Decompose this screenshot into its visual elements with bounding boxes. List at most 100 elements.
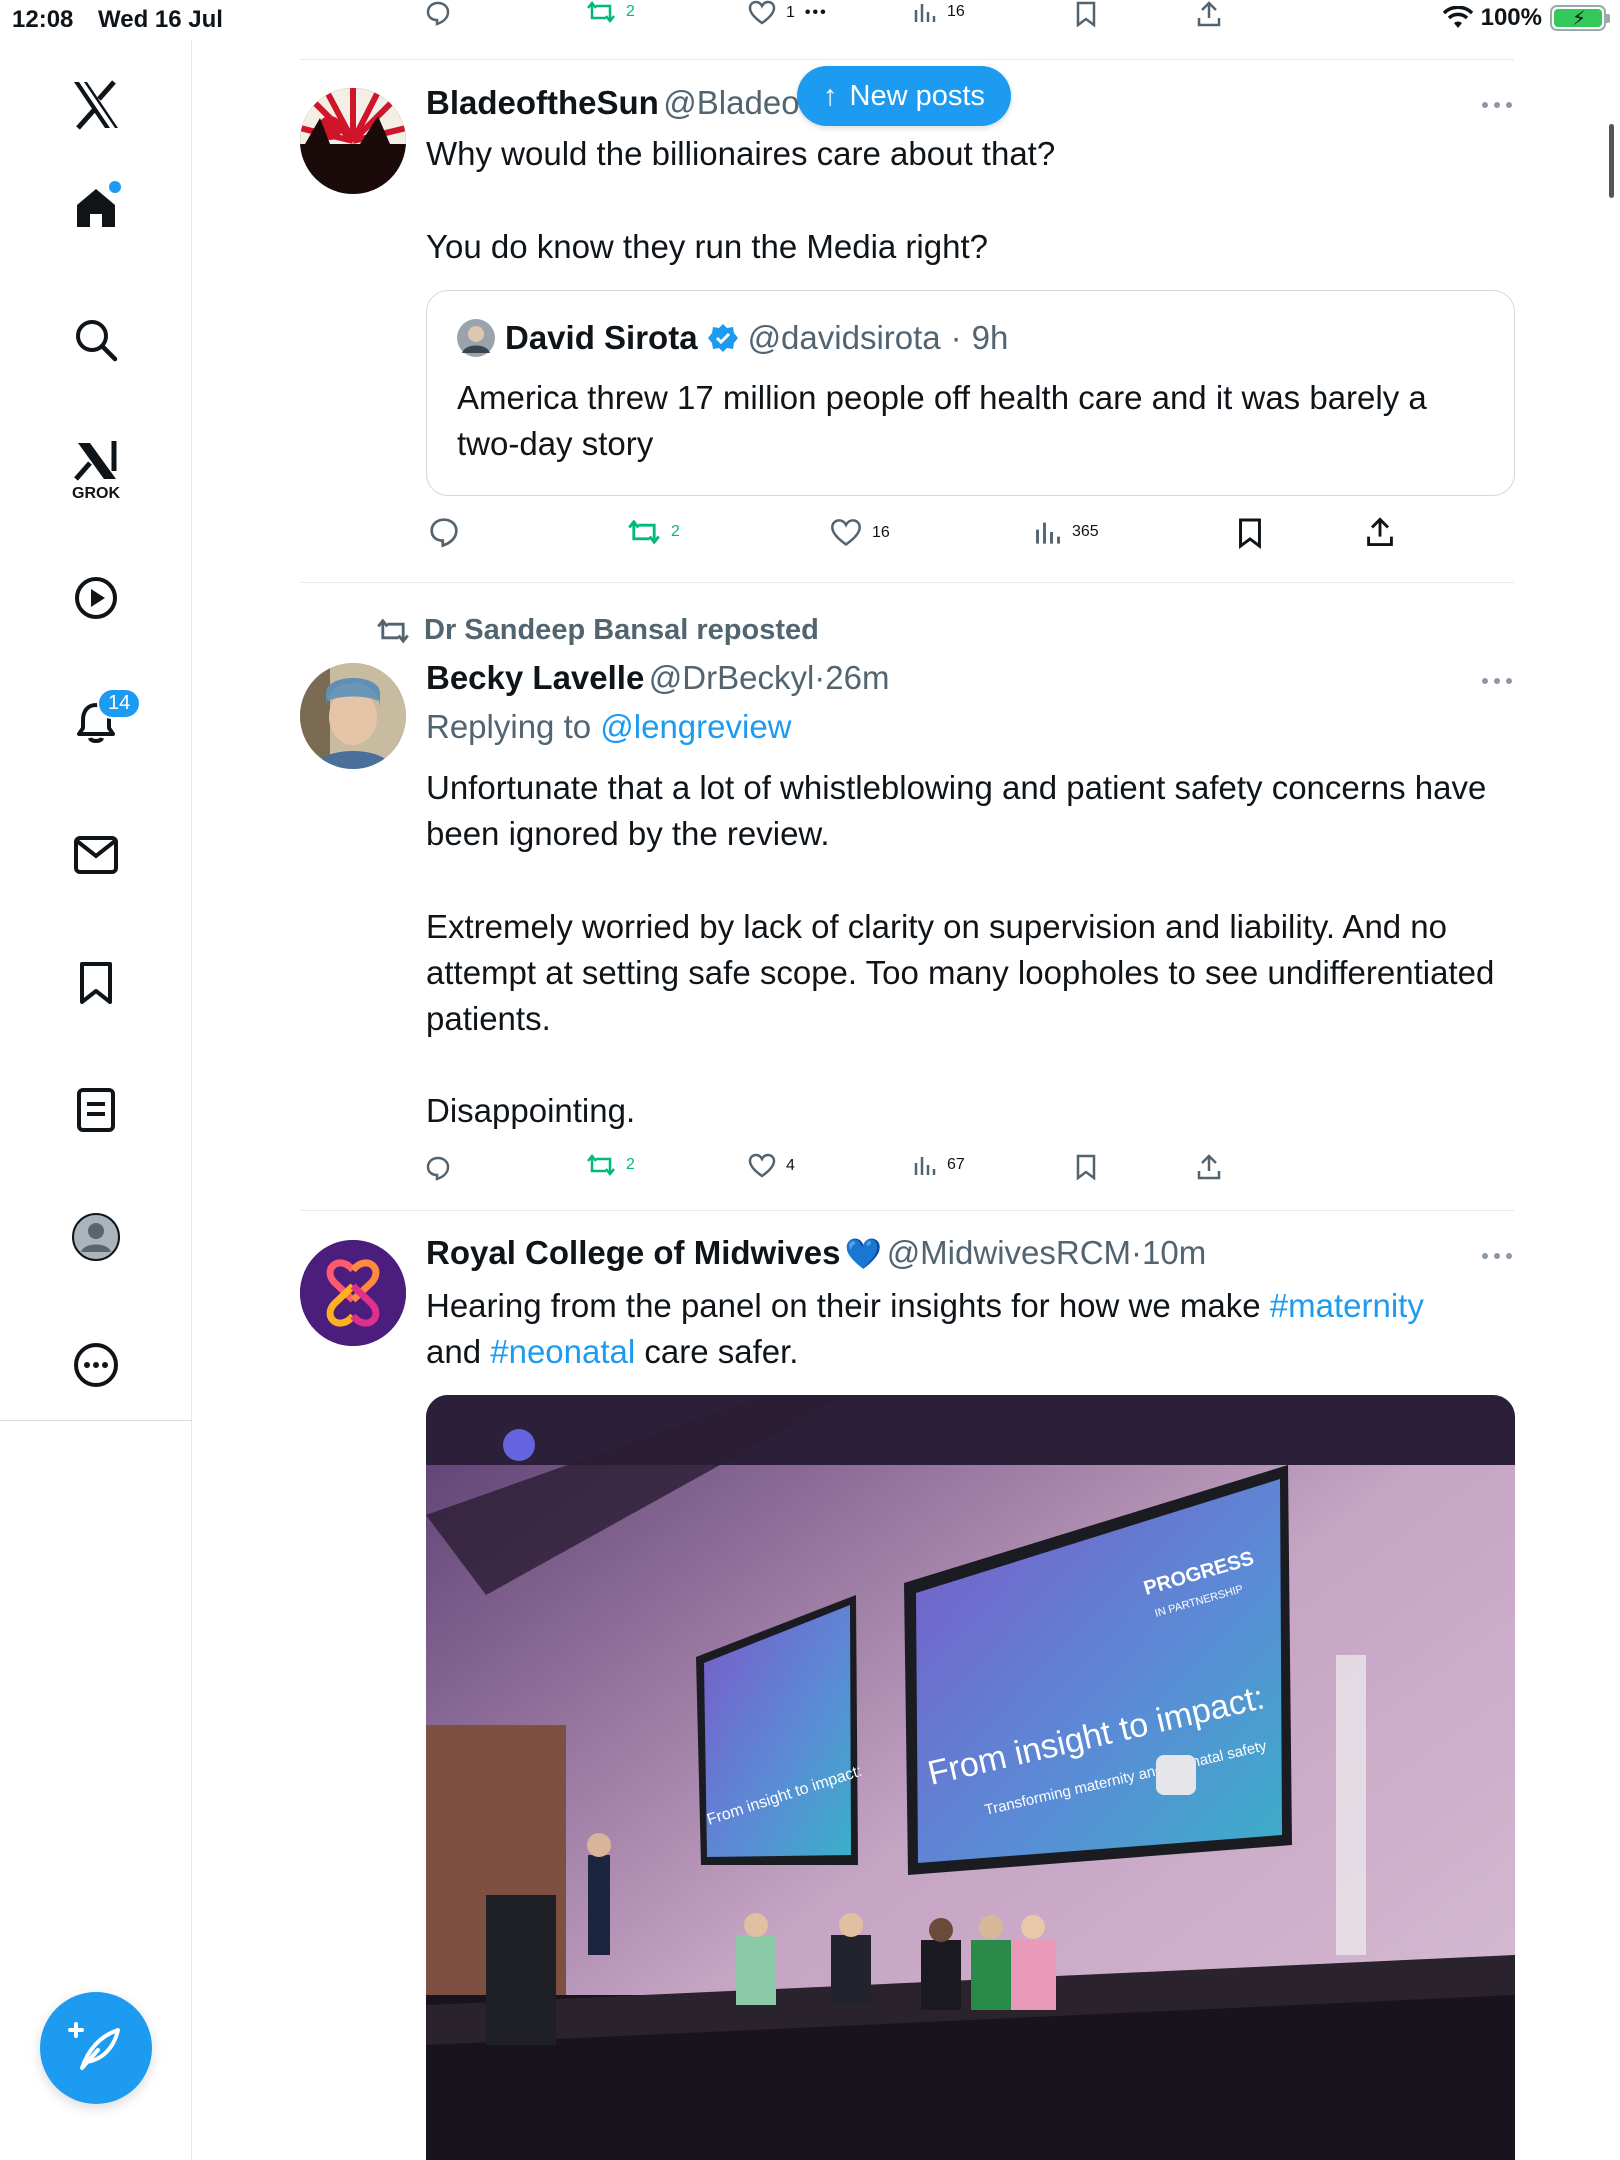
author-handle[interactable]: @Bladeo xyxy=(663,84,799,121)
avatar-rcm-logo xyxy=(300,1240,406,1346)
post-time: 26m xyxy=(825,659,890,696)
retweet-icon xyxy=(377,618,409,643)
scrollbar-thumb[interactable] xyxy=(1609,124,1614,198)
blue-heart-emoji: 💙 xyxy=(844,1238,883,1271)
like-action[interactable]: 1 ••• xyxy=(748,0,828,26)
hashtag-maternity[interactable]: #maternity xyxy=(1270,1287,1424,1324)
like-action[interactable]: 16 xyxy=(830,518,890,548)
mail-icon xyxy=(74,836,118,874)
replying-to: Replying to @lengreview xyxy=(426,708,792,746)
bookmark-action[interactable] xyxy=(1237,516,1263,550)
sidebar-item-more[interactable] xyxy=(0,1325,192,1405)
heart-icon xyxy=(748,0,776,25)
sidebar: GROK 14 xyxy=(0,40,192,2160)
post-more-button[interactable] xyxy=(1482,1253,1512,1259)
bookmark-icon xyxy=(1076,1,1096,28)
separator-dot: · xyxy=(950,319,962,356)
sidebar-item-video[interactable] xyxy=(0,558,192,638)
share-icon xyxy=(1367,517,1393,546)
reply-action[interactable] xyxy=(428,516,460,548)
x-logo[interactable] xyxy=(0,60,192,150)
post-header: BladeoftheSun @Bladeo xyxy=(426,84,800,122)
status-time: 12:08 xyxy=(12,6,74,33)
bookmark-action[interactable] xyxy=(1075,0,1097,28)
views-count: 67 xyxy=(947,1156,965,1173)
views-action[interactable]: 67 xyxy=(913,1153,965,1177)
avatar[interactable] xyxy=(300,663,406,769)
views-count: 16 xyxy=(947,3,965,20)
avatar[interactable] xyxy=(300,88,406,194)
author-name[interactable]: BladeoftheSun xyxy=(426,84,659,121)
share-action[interactable] xyxy=(1196,1153,1222,1181)
sidebar-item-bookmarks[interactable] xyxy=(0,943,192,1023)
replying-to-link[interactable]: @lengreview xyxy=(600,708,791,745)
bookmark-icon xyxy=(1076,1154,1096,1181)
sidebar-item-messages[interactable] xyxy=(0,815,192,895)
arrow-up-icon: ↑ xyxy=(823,79,838,112)
retweet-icon xyxy=(587,1153,615,1177)
sidebar-item-home[interactable] xyxy=(0,170,192,250)
compose-feather-icon xyxy=(68,2022,120,2070)
home-unread-dot xyxy=(109,180,121,193)
feed-divider xyxy=(300,582,1514,583)
heart-icon xyxy=(831,519,861,546)
views-icon xyxy=(914,4,936,22)
status-date: Wed 16 Jul xyxy=(98,6,223,33)
retweet-count: 2 xyxy=(671,523,680,540)
reposted-by-label[interactable]: Dr Sandeep Bansal reposted xyxy=(424,614,819,647)
new-posts-label: New posts xyxy=(849,79,985,112)
post-paragraph-1: Unfortunate that a lot of whistleblowing… xyxy=(426,769,1487,852)
grok-label: GROK xyxy=(72,485,120,502)
new-posts-button[interactable]: ↑ New posts xyxy=(797,66,1011,126)
author-name[interactable]: Becky Lavelle xyxy=(426,659,644,696)
retweet-action[interactable]: 2 xyxy=(586,1153,635,1177)
bookmark-action[interactable] xyxy=(1075,1153,1097,1181)
quote-text: America threw 17 million people off heal… xyxy=(457,379,1427,462)
author-name[interactable]: Royal College of Midwives xyxy=(426,1234,840,1271)
share-action[interactable] xyxy=(1365,516,1395,548)
more-circle-icon xyxy=(74,1343,118,1387)
sidebar-item-lists[interactable] xyxy=(0,1070,192,1150)
views-action[interactable]: 365 xyxy=(1034,518,1099,546)
reply-icon xyxy=(426,1,450,26)
retweet-icon xyxy=(587,0,615,24)
sidebar-item-notifications[interactable]: 14 xyxy=(0,685,192,765)
share-action[interactable] xyxy=(1196,0,1222,28)
separator-dot: · xyxy=(814,659,826,696)
grok-icon xyxy=(74,441,117,481)
repost-indicator: Dr Sandeep Bansal reposted xyxy=(376,614,819,647)
reply-action[interactable] xyxy=(425,1155,451,1181)
retweet-action[interactable]: 2 xyxy=(627,518,680,546)
compose-post-button[interactable] xyxy=(40,1992,152,2104)
avatar-photo-image xyxy=(300,663,406,769)
heart-icon xyxy=(748,1153,776,1178)
post-more-button[interactable] xyxy=(1482,102,1512,108)
reply-icon xyxy=(430,518,458,548)
avatar[interactable] xyxy=(300,1240,406,1346)
post-image[interactable]: PROGRESS IN PARTNERSHIP From insight to … xyxy=(426,1395,1515,2160)
search-icon xyxy=(76,320,118,362)
retweet-count: 2 xyxy=(626,1156,635,1173)
sidebar-item-grok[interactable]: GROK xyxy=(0,420,192,520)
author-handle[interactable]: @MidwivesRCM xyxy=(887,1234,1131,1271)
retweet-action[interactable]: 2 xyxy=(586,0,635,24)
like-action[interactable]: 4 xyxy=(748,1153,795,1179)
reply-action[interactable] xyxy=(425,0,451,26)
verified-badge-icon xyxy=(707,324,738,352)
like-count: 1 xyxy=(786,4,795,21)
notifications-badge: 14 xyxy=(97,687,142,719)
post-header: Becky Lavelle @DrBeckyl·26m xyxy=(426,659,890,697)
post-paragraph-3: Disappointing. xyxy=(426,1092,636,1129)
quote-tweet-card[interactable]: David Sirota @davidsirota · 9h America t… xyxy=(426,290,1515,496)
sidebar-item-profile[interactable] xyxy=(0,1197,192,1277)
post-more-button[interactable] xyxy=(1482,678,1512,684)
sidebar-item-search[interactable] xyxy=(0,300,192,380)
views-action[interactable]: 16 xyxy=(913,0,965,24)
retweet-icon xyxy=(628,519,660,545)
hashtag-neonatal[interactable]: #neonatal xyxy=(490,1333,635,1370)
author-handle[interactable]: @DrBeckyl xyxy=(649,659,815,696)
post-text-part: Hearing from the panel on their insights… xyxy=(426,1287,1270,1324)
profile-avatar-icon xyxy=(72,1213,120,1261)
like-count: 16 xyxy=(872,524,890,541)
feed-divider xyxy=(300,59,1514,60)
